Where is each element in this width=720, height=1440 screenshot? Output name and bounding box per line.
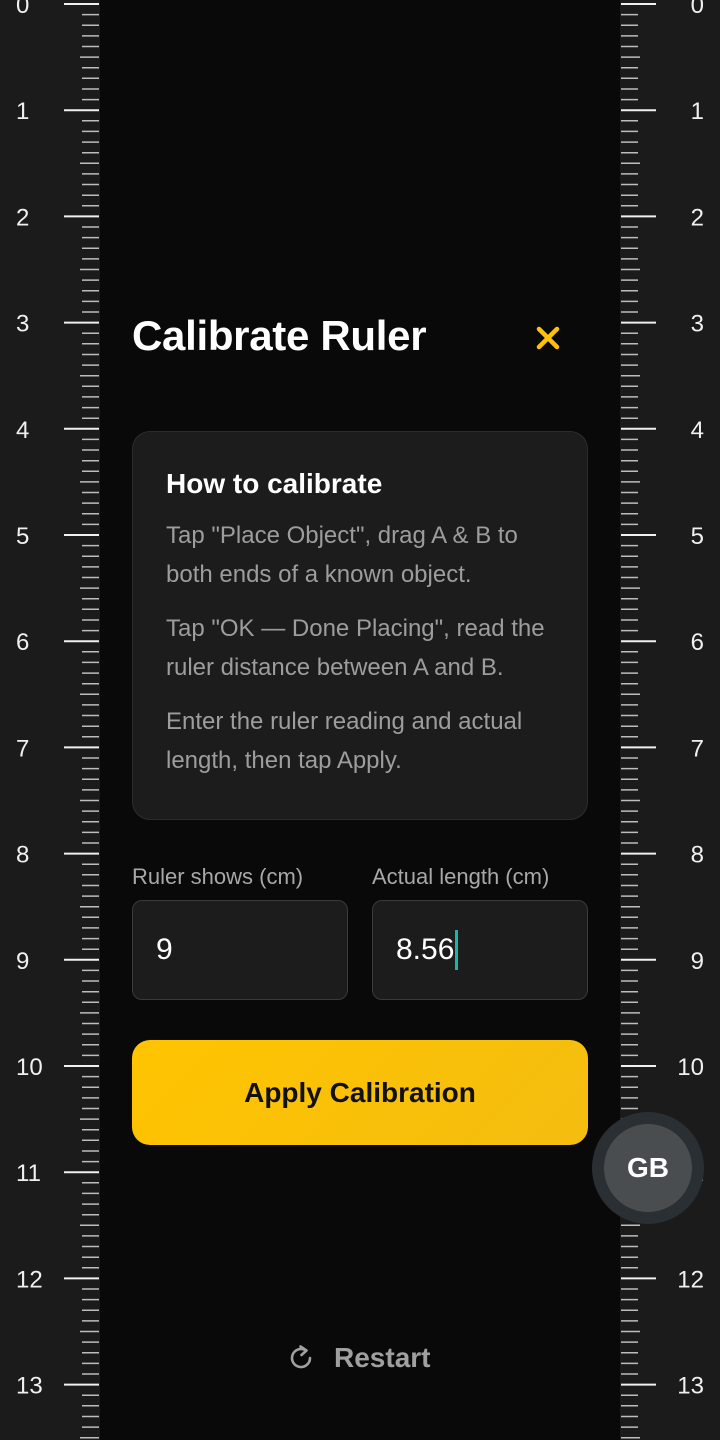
ruler-label: 2 [691,204,704,231]
ruler-label: 6 [691,629,704,656]
refresh-icon [290,1345,312,1369]
ruler-label: 9 [691,948,704,975]
text-caret [455,930,459,970]
ruler-label: 5 [16,523,29,550]
ruler-left: 0 1 2 3 4 5 6 7 8 9 10 11 12 13 [0,0,100,1440]
ruler-label: 12 [677,1266,704,1293]
ruler-label: 10 [16,1054,43,1081]
ruler-label: 1 [691,98,704,125]
ruler-shows-input[interactable]: 9 [132,900,348,1000]
actual-length-input[interactable]: 8.56 [372,900,588,1000]
apply-calibration-button[interactable]: Apply Calibration [132,1040,588,1145]
restart-label: Restart [334,1342,431,1373]
instruction-step-3: Enter the ruler reading and actual lengt… [166,708,523,774]
ruler-label: 3 [16,311,29,338]
ruler-right: 012345678910111213 [620,0,720,1440]
ruler-label: 13 [16,1373,43,1400]
ruler-label: 4 [16,417,29,444]
ruler-label: 6 [16,629,29,656]
ruler-label: 12 [16,1266,43,1293]
ruler-label: 7 [16,735,29,762]
instruction-step-2: Tap "OK — Done Placing", read the ruler … [166,615,545,681]
ruler-label: 11 [16,1160,41,1187]
ruler-label: 0 [691,0,704,19]
gb-label: GB [627,1152,669,1183]
instructions-heading: How to calibrate [166,468,383,499]
actual-length-value: 8.56 [396,933,455,966]
actual-length-label: Actual length (cm) [372,864,550,889]
restart-button[interactable]: Restart [286,1330,430,1386]
ruler-left-scale: 012345678910111213 [16,0,99,1439]
floating-gb-button[interactable]: GB [592,1112,704,1224]
apply-calibration-label: Apply Calibration [244,1076,476,1108]
ruler-label: 4 [691,417,704,444]
instruction-step-1: Tap "Place Object", drag A & B to both e… [166,522,518,588]
ruler-label: 9 [16,948,29,975]
ruler-label: 8 [691,842,704,869]
close-x-icon [536,326,560,350]
instructions-card: How to calibrate Tap "Place Object", dra… [132,431,588,820]
dialog-title: Calibrate Ruler [132,312,427,359]
ruler-label: 13 [677,1373,704,1400]
ruler-label: 10 [677,1054,704,1081]
ruler-label: 3 [691,311,704,338]
ruler-label: 1 [16,98,29,125]
ruler-shows-label: Ruler shows (cm) [132,864,304,889]
ruler-label: 7 [691,735,704,762]
ruler-label: 8 [16,842,29,869]
ruler-label: 5 [691,523,704,550]
ruler-label: 0 [16,0,29,19]
close-button[interactable] [526,316,570,360]
ruler-right-scale: 012345678910111213 [621,0,704,1439]
gb-badge: GB [604,1124,692,1212]
ruler-shows-value: 9 [156,933,173,966]
ruler-label: 2 [16,204,29,231]
